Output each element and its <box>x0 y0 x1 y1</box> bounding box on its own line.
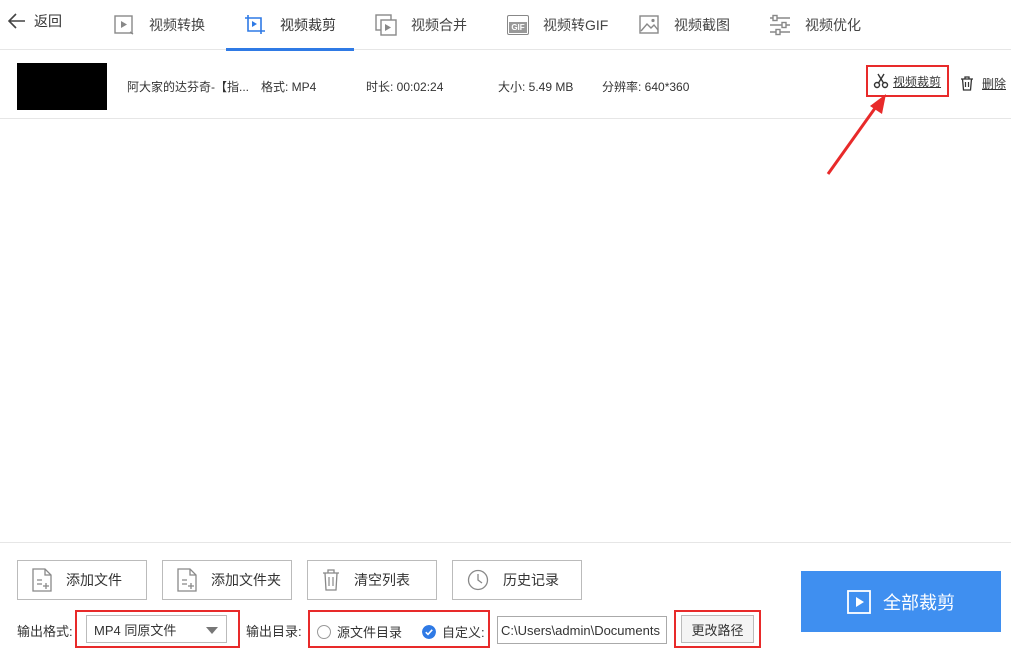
crop-all-label: 全部裁剪 <box>883 592 955 613</box>
file-resolution: 分辨率: 640*360 <box>602 80 690 94</box>
clear-list-button[interactable]: 清空列表 <box>307 560 437 600</box>
output-format-select[interactable]: MP4 同原文件 <box>86 615 227 643</box>
add-file-label: 添加文件 <box>66 572 122 588</box>
add-folder-button[interactable]: 添加文件夹 <box>162 560 292 600</box>
tab-label: 视频优化 <box>805 17 861 33</box>
annotation-arrow-icon <box>826 94 886 175</box>
video-thumbnail <box>17 63 107 110</box>
video-crop-icon <box>245 15 265 34</box>
delete-label: 删除 <box>982 77 1007 91</box>
source-dir-radio[interactable]: 源文件目录 <box>317 622 402 641</box>
custom-dir-radio[interactable]: 自定义: <box>422 622 485 641</box>
tab-label: 视频转换 <box>149 17 205 33</box>
tab-video-screenshot[interactable]: 视频截图 <box>638 0 730 50</box>
clear-list-label: 清空列表 <box>354 572 410 588</box>
chevron-down-icon <box>206 627 218 634</box>
gif-icon-text: GIF <box>509 22 527 33</box>
tab-video-to-gif[interactable]: GIF 视频转GIF <box>507 0 608 50</box>
history-label: 历史记录 <box>503 572 559 588</box>
radio-checked-icon <box>422 624 436 639</box>
gif-icon: GIF <box>507 14 529 36</box>
play-icon <box>847 589 871 614</box>
clock-icon <box>467 569 489 591</box>
radio-unchecked-icon <box>317 624 331 639</box>
tab-label: 视频合并 <box>411 17 467 33</box>
change-path-button[interactable]: 更改路径 <box>681 615 754 643</box>
tab-video-optimize[interactable]: 视频优化 <box>769 0 861 50</box>
optimize-icon <box>770 14 790 36</box>
bottom-panel: 添加文件 添加文件夹 清空列表 历史记录 输出格式: MP4 同原文件 输出目录… <box>0 542 1011 648</box>
add-file-icon <box>32 568 52 592</box>
delete-link[interactable]: 删除 <box>960 75 1006 92</box>
add-folder-icon <box>177 568 197 592</box>
video-convert-icon <box>114 15 134 35</box>
trash-icon <box>323 569 339 591</box>
arrow-left-icon <box>8 13 25 29</box>
output-format-label: 输出格式: <box>17 624 73 639</box>
video-merge-icon <box>375 14 397 36</box>
history-button[interactable]: 历史记录 <box>452 560 582 600</box>
top-nav-bar: 返回 视频转换 视频裁剪 视频合并 GIF 视频转GIF 视频截图 视频优化 <box>0 0 1011 51</box>
tab-label: 视频截图 <box>674 17 730 33</box>
crop-all-button[interactable]: 全部裁剪 <box>801 571 1001 632</box>
screenshot-icon <box>639 15 659 34</box>
source-dir-label: 源文件目录 <box>337 625 403 640</box>
file-format: 格式: MP4 <box>261 80 317 94</box>
file-size: 大小: 5.49 MB <box>498 80 574 94</box>
tab-video-convert[interactable]: 视频转换 <box>113 0 205 50</box>
back-button[interactable]: 返回 <box>8 9 62 33</box>
custom-dir-label: 自定义: <box>442 625 485 640</box>
trash-icon <box>961 76 973 91</box>
file-duration: 时长: 00:02:24 <box>366 80 444 94</box>
add-file-button[interactable]: 添加文件 <box>17 560 147 600</box>
back-label: 返回 <box>34 13 62 29</box>
scissors-icon <box>873 73 889 89</box>
tab-label: 视频裁剪 <box>280 17 336 33</box>
crop-video-label: 视频裁剪 <box>893 74 942 89</box>
tab-video-crop[interactable]: 视频裁剪 <box>226 0 354 51</box>
output-dir-label: 输出目录: <box>246 624 302 639</box>
add-folder-label: 添加文件夹 <box>211 572 281 588</box>
tab-video-merge[interactable]: 视频合并 <box>375 0 467 50</box>
file-name: 阿大家的达芬奇-【指... <box>127 80 249 94</box>
output-path-input[interactable] <box>497 616 667 644</box>
tab-label: 视频转GIF <box>543 17 609 33</box>
change-path-label: 更改路径 <box>691 622 744 638</box>
output-format-value: MP4 同原文件 <box>94 622 177 638</box>
